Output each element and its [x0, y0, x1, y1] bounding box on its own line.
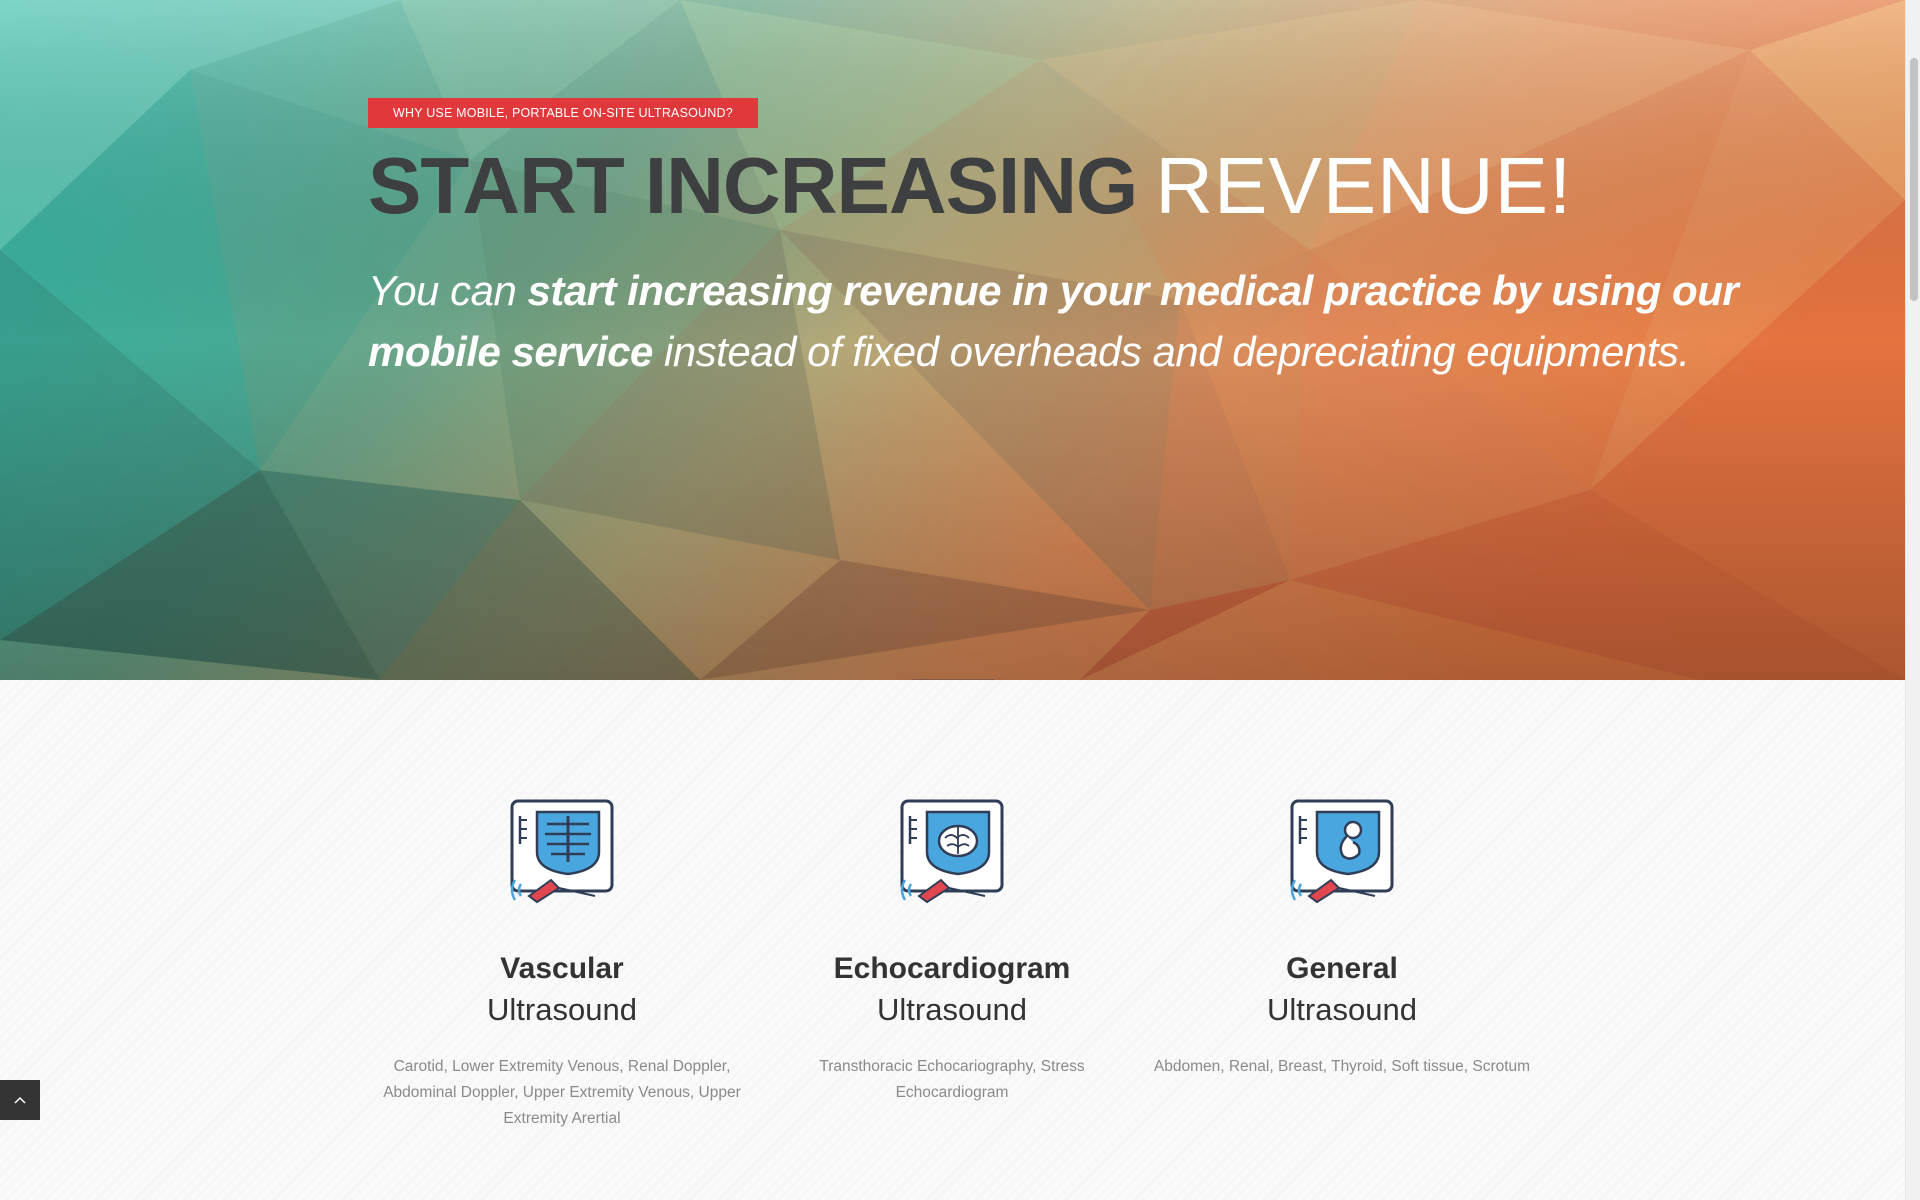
page-scrollbar[interactable] — [1905, 0, 1920, 1200]
lead-pre: You can — [368, 267, 528, 314]
service-subtitle: Ultrasound — [877, 992, 1027, 1027]
service-card-echocardiogram: Echocardiogram Ultrasound Transthoracic … — [757, 796, 1147, 1106]
back-to-top-button[interactable] — [0, 1080, 40, 1120]
service-subtitle: Ultrasound — [1267, 992, 1417, 1027]
service-description: Carotid, Lower Extremity Venous, Renal D… — [383, 1058, 741, 1127]
hero-content: WHY USE MOBILE, PORTABLE ON-SITE ULTRASO… — [368, 98, 1748, 382]
lead-post: instead of fixed overheads and depreciat… — [652, 328, 1690, 375]
hero-headline: START INCREASING REVENUE! — [368, 142, 1748, 230]
ultrasound-fetus-icon — [1290, 799, 1394, 904]
service-title: Echocardiogram — [833, 952, 1071, 985]
ultrasound-ribcage-icon — [510, 799, 614, 904]
headline-light: REVENUE! — [1155, 141, 1573, 230]
scrollbar-thumb[interactable] — [1910, 58, 1918, 301]
service-title: General — [1286, 952, 1398, 985]
headline-strong: START INCREASING — [368, 141, 1138, 230]
hero-section: WHY USE MOBILE, PORTABLE ON-SITE ULTRASO… — [0, 0, 1905, 680]
chevron-up-icon — [14, 1096, 26, 1104]
service-subtitle: Ultrasound — [487, 992, 637, 1027]
hero-lead: You can start increasing revenue in your… — [368, 260, 1748, 382]
service-card-vascular: Vascular Ultrasound Carotid, Lower Extre… — [367, 796, 757, 1132]
service-description: Abdomen, Renal, Breast, Thyroid, Soft ti… — [1153, 1058, 1531, 1075]
section-badge: WHY USE MOBILE, PORTABLE ON-SITE ULTRASO… — [368, 98, 758, 128]
ultrasound-brain-icon — [900, 799, 1004, 904]
services-section: Vascular Ultrasound Carotid, Lower Extre… — [0, 680, 1905, 1200]
service-description: Transthoracic Echocariography, Stress Ec… — [819, 1058, 1085, 1101]
service-title: Vascular — [500, 952, 624, 985]
service-card-general: General Ultrasound Abdomen, Renal, Breas… — [1147, 796, 1537, 1080]
